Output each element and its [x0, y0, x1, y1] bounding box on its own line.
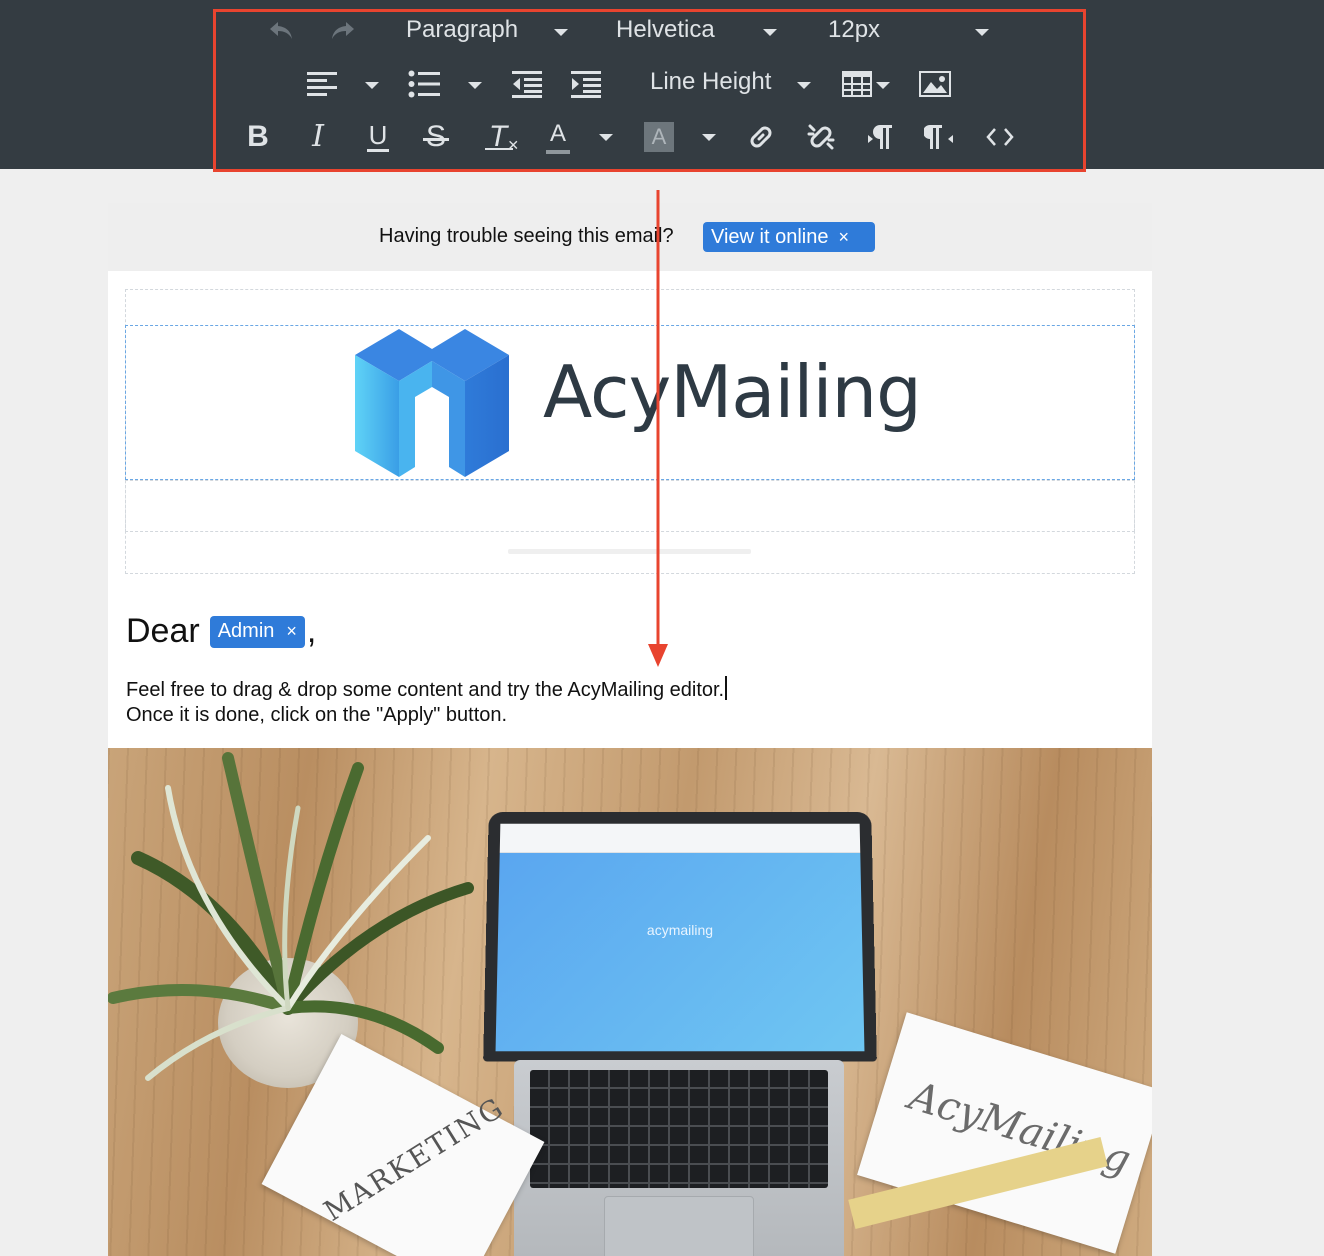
logo-wordmark-acy: Acy: [543, 350, 670, 434]
separator: [508, 549, 751, 554]
view-online-remove-icon[interactable]: ×: [838, 227, 849, 248]
laptop-trackpad: [604, 1196, 754, 1256]
laptop-base: [514, 1060, 844, 1256]
marketing-card-text: MARKETING: [318, 1091, 510, 1228]
toolbar-highlight-box: [213, 9, 1086, 172]
body-line-1-text: Feel free to drag & drop some content an…: [126, 679, 724, 701]
acymailing-logo-icon: [355, 327, 509, 479]
laptop-screen: acymailing: [496, 824, 865, 1052]
trouble-text: Having trouble seeing this email?: [379, 225, 674, 248]
user-tag-remove-icon[interactable]: ×: [286, 621, 297, 642]
spacer-block-outline[interactable]: [125, 480, 1135, 532]
user-name-tag[interactable]: Admin ×: [210, 616, 305, 648]
hero-image[interactable]: acymailing MARKETING AcyMailing: [108, 748, 1152, 1256]
laptop-screen-brand: acymailing: [498, 922, 862, 938]
logo-wordmark-mailing: Mailing: [670, 350, 921, 434]
text-cursor: [725, 676, 727, 700]
logo-wordmark: AcyMailing: [543, 350, 921, 434]
user-name-label: Admin: [218, 620, 275, 643]
body-line-1[interactable]: Feel free to drag & drop some content an…: [126, 676, 727, 702]
body-line-2[interactable]: Once it is done, click on the "Apply" bu…: [126, 704, 507, 727]
plant-icon: [108, 748, 528, 1108]
editor-toolbar: Paragraph Helvetica 12px Line Height B I…: [0, 0, 1324, 169]
greeting-line[interactable]: Dear Admin × ,: [126, 612, 316, 651]
greeting-comma: ,: [307, 612, 316, 651]
greeting-text: Dear: [126, 612, 200, 651]
laptop-lid: acymailing: [483, 812, 877, 1061]
laptop-keyboard: [530, 1070, 828, 1188]
view-online-label: View it online: [711, 226, 828, 249]
view-online-tag[interactable]: View it online ×: [703, 222, 875, 252]
